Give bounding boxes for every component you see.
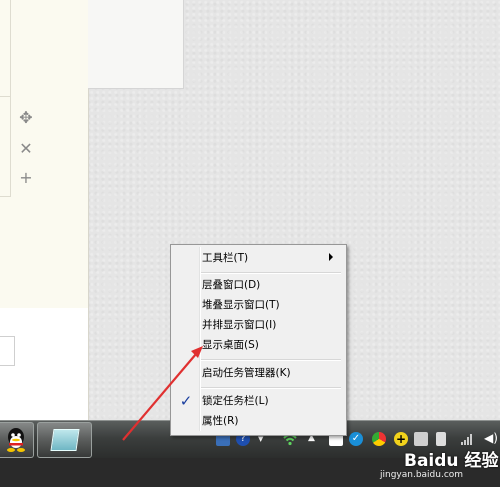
menu-item-lock-taskbar[interactable]: 锁定任务栏(L) <box>202 391 269 411</box>
panel-divider-top <box>0 0 11 97</box>
battery-icon[interactable] <box>436 432 446 446</box>
menu-item-stack[interactable]: 堆叠显示窗口(T) <box>202 295 280 315</box>
panel-divider-box <box>0 96 11 197</box>
taskbar-button-qq[interactable] <box>0 422 34 458</box>
menu-item-task-manager[interactable]: 启动任务管理器(K) <box>202 363 291 383</box>
app-window-icon <box>50 429 80 451</box>
qq-icon <box>7 428 25 452</box>
add-icon[interactable]: + <box>16 168 36 188</box>
menu-item-show-desktop[interactable]: 显示桌面(S) <box>202 335 259 355</box>
watermark-url: jingyan.baidu.com <box>380 470 464 480</box>
menu-separator <box>201 359 341 361</box>
check-mark-icon: ✓ <box>179 392 193 410</box>
chrome-icon[interactable] <box>372 432 386 446</box>
submenu-arrow-icon <box>329 253 333 261</box>
move-icon[interactable]: ✥ <box>16 108 36 128</box>
watermark-title: Baidu 经验 <box>404 451 499 471</box>
menu-separator <box>201 272 341 274</box>
menu-item-side-by-side[interactable]: 并排显示窗口(I) <box>202 315 276 335</box>
menu-gutter <box>199 247 201 431</box>
text-field[interactable] <box>0 336 15 366</box>
taskbar-context-menu: 工具栏(T) 层叠窗口(D) 堆叠显示窗口(T) 并排显示窗口(I) 显示桌面(… <box>170 244 347 436</box>
dropdown-arrow-icon[interactable]: ▼ <box>258 435 263 443</box>
close-icon[interactable]: ✕ <box>16 139 36 159</box>
volume-icon[interactable]: ◀) <box>484 431 498 445</box>
menu-separator <box>201 387 341 389</box>
taskbar-button-app[interactable] <box>37 422 92 458</box>
signal-icon[interactable] <box>460 432 474 446</box>
plus-icon[interactable]: + <box>394 432 408 446</box>
gamepad-icon[interactable] <box>414 432 428 446</box>
baidu-watermark: Baidu 经验 jingyan.baidu.com <box>376 446 499 486</box>
menu-item-properties[interactable]: 属性(R) <box>202 411 239 431</box>
check-icon[interactable]: ✓ <box>349 432 363 446</box>
window-top-panel <box>88 0 184 89</box>
menu-item-cascade[interactable]: 层叠窗口(D) <box>202 275 260 295</box>
editor-left-panel: ✥ ✕ + <box>0 0 89 420</box>
menu-item-toolbar[interactable]: 工具栏(T) <box>202 248 248 268</box>
